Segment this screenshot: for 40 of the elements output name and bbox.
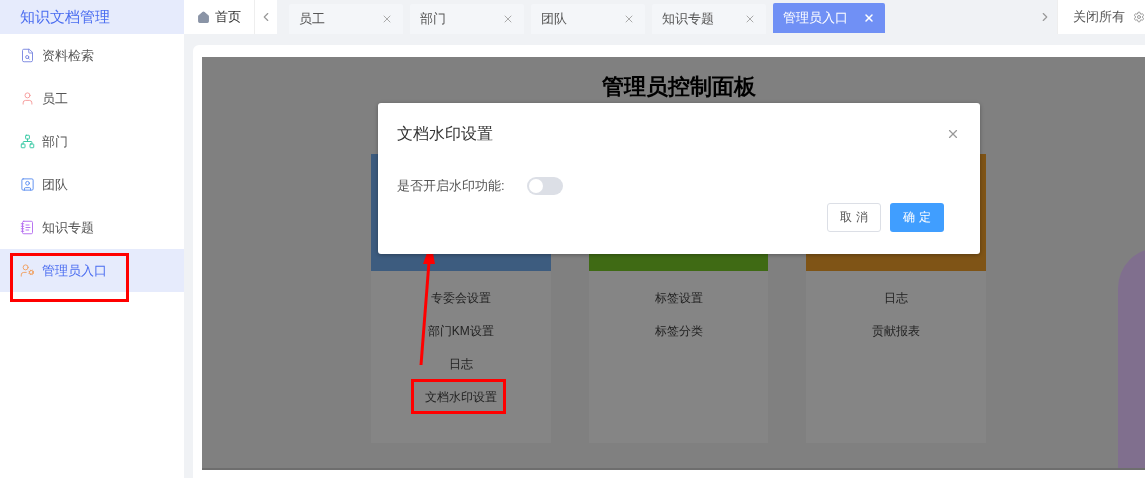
settings-link[interactable]: 专委会设置 — [430, 288, 491, 307]
settings-link[interactable]: 标签分类 — [654, 321, 703, 340]
home-tab[interactable]: 首页 — [184, 0, 255, 34]
field-label: 是否开启水印功能: — [397, 177, 505, 195]
search-document-icon — [20, 48, 35, 63]
sidebar-item[interactable]: 员工 — [0, 77, 184, 120]
sidebar-item[interactable]: 团队 — [0, 163, 184, 206]
sidebar-item[interactable]: 管理员入口 — [0, 249, 184, 292]
settings-link[interactable]: 部门KM设置 — [427, 321, 494, 340]
tab[interactable]: 员工 — [289, 4, 403, 34]
person-icon — [20, 91, 35, 106]
hierarchy-icon — [20, 134, 35, 149]
person-card-icon — [20, 177, 35, 192]
sidebar-item[interactable]: 知识专题 — [0, 206, 184, 249]
settings-link[interactable]: 标签设置 — [654, 288, 703, 307]
settings-icon[interactable] — [1133, 11, 1145, 23]
dialog-title: 文档水印设置 — [397, 124, 493, 144]
toggle-switch[interactable] — [526, 176, 563, 195]
close-icon[interactable] — [381, 13, 393, 25]
close-icon[interactable] — [744, 13, 756, 25]
panel-title: 管理员控制面板 — [601, 73, 756, 101]
settings-link[interactable]: 贡献报表 — [872, 321, 921, 340]
home-icon — [197, 10, 210, 24]
close-icon[interactable] — [946, 127, 960, 141]
close-icon[interactable] — [502, 13, 514, 25]
close-all-button[interactable]: 关闭所有 — [1073, 7, 1125, 27]
tab[interactable]: 团队 — [531, 4, 645, 34]
sidebar-item[interactable]: 资料检索 — [0, 34, 184, 77]
tab[interactable]: 知识专题 — [652, 4, 766, 34]
sidebar-item[interactable]: 部门 — [0, 120, 184, 163]
close-icon[interactable] — [863, 12, 875, 24]
settings-link[interactable]: 日志 — [448, 354, 473, 373]
settings-link[interactable]: 文档水印设置 — [424, 387, 497, 406]
person-gear-icon — [20, 263, 35, 278]
settings-link[interactable]: 日志 — [884, 288, 909, 307]
close-icon[interactable] — [623, 13, 635, 25]
tab[interactable]: 部门 — [410, 4, 524, 34]
cancel-button[interactable]: 取 消 — [827, 202, 881, 232]
notebook-icon — [20, 220, 35, 235]
app-title: 知识文档管理 — [0, 0, 184, 34]
